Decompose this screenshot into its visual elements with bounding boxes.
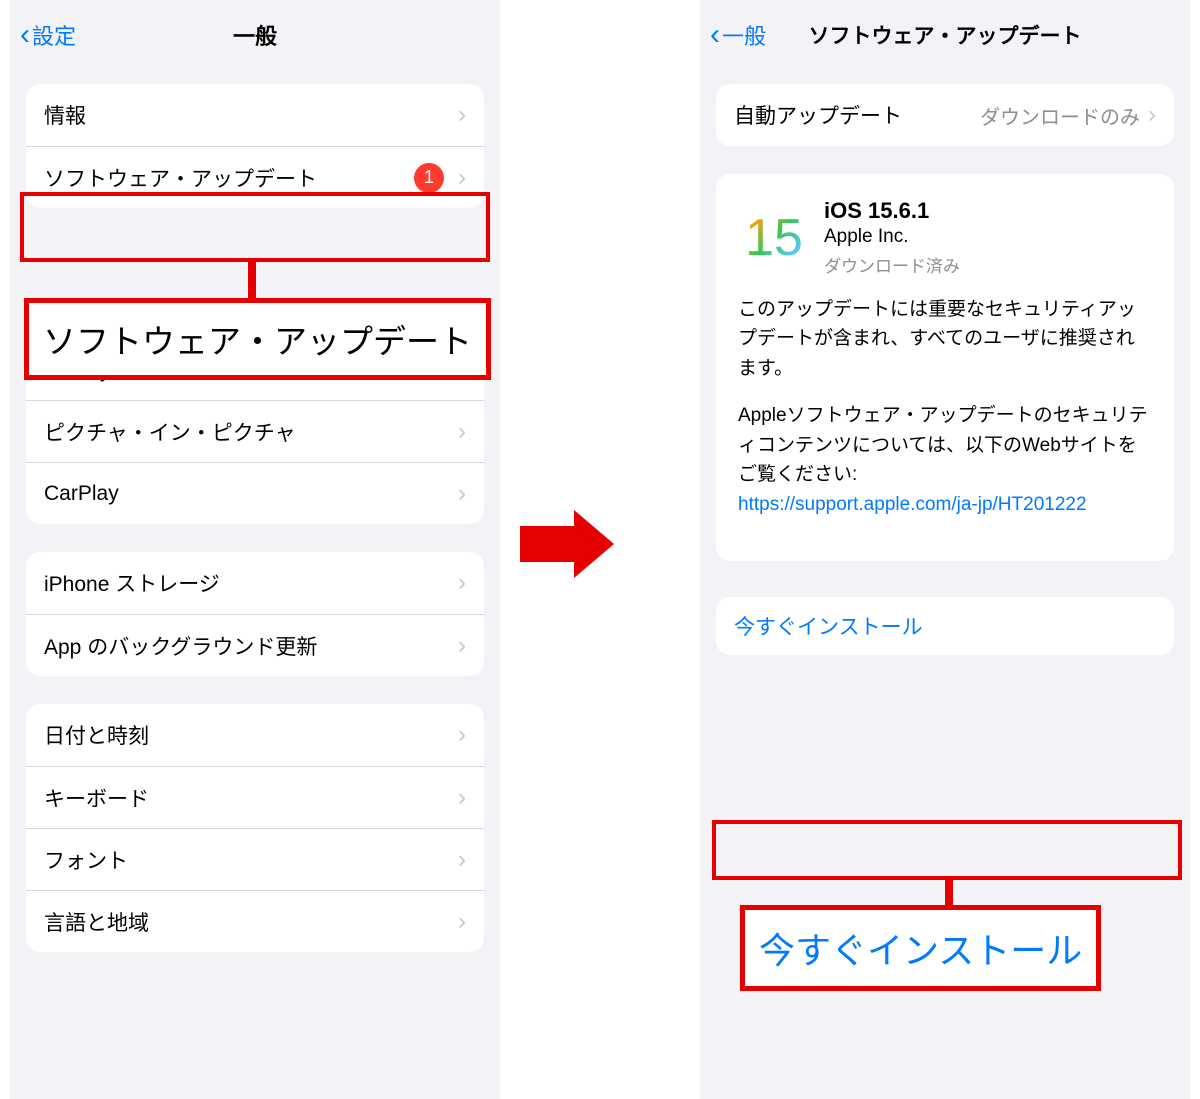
install-now-button[interactable]: 今すぐインストール [716,597,1174,655]
desc-paragraph: Appleソフトウェア・アップデートのセキュリティコンテンツについては、以下のW… [738,401,1152,519]
desc-paragraph: このアップデートには重要なセキュリティアップデートが含まれ、すべてのユーザに推奨… [738,295,1152,383]
chevron-right-icon: › [458,910,466,934]
row-label: 情報 [44,100,458,130]
page-title: ソフトウェア・アップデート [700,20,1190,50]
back-button[interactable]: ‹ 一般 [710,19,766,51]
update-badge: 1 [414,163,444,193]
row-label: フォント [44,845,458,875]
update-meta: iOS 15.6.1 Apple Inc. ダウンロード済み [824,198,960,277]
back-button[interactable]: ‹ 設定 [20,19,76,51]
chevron-right-icon: › [458,786,466,810]
group-auto-update: 自動アップデート ダウンロードのみ › [716,84,1174,146]
row-keyboard[interactable]: キーボード › [26,766,484,828]
update-header: 15 iOS 15.6.1 Apple Inc. ダウンロード済み [738,198,1152,277]
settings-general-screen: ‹ 設定 一般 情報 › ソフトウェア・アップデート 1 › AirPlay と… [10,0,500,1099]
software-update-screen: ‹ 一般 ソフトウェア・アップデート 自動アップデート ダウンロードのみ › 1… [700,0,1190,1099]
back-label: 設定 [32,19,76,51]
nav-bar: ‹ 一般 ソフトウェア・アップデート [700,0,1190,70]
row-label: AirPlay と Handoff [44,354,458,384]
chevron-right-icon: › [1148,103,1156,127]
row-background-refresh[interactable]: App のバックグラウンド更新 › [26,614,484,676]
row-pip[interactable]: ピクチャ・イン・ピクチャ › [26,400,484,462]
row-fonts[interactable]: フォント › [26,828,484,890]
update-description: このアップデートには重要なセキュリティアップデートが含まれ、すべてのユーザに推奨… [738,295,1152,519]
update-version: iOS 15.6.1 [824,198,960,224]
update-status: ダウンロード済み [824,252,960,277]
row-carplay[interactable]: CarPlay › [26,462,484,524]
row-label: App のバックグラウンド更新 [44,631,458,661]
desc-text: Appleソフトウェア・アップデートのセキュリティコンテンツについては、以下のW… [738,405,1148,485]
row-detail: ダウンロードのみ [980,101,1140,130]
chevron-left-icon: ‹ [710,20,720,50]
row-label: キーボード [44,783,458,813]
ios-version-icon: 15 [738,202,810,274]
row-label: CarPlay [44,482,458,506]
chevron-right-icon: › [458,848,466,872]
chevron-right-icon: › [458,166,466,190]
row-software-update[interactable]: ソフトウェア・アップデート 1 › [26,146,484,208]
update-details-card: 15 iOS 15.6.1 Apple Inc. ダウンロード済み このアップデ… [716,174,1174,561]
row-date-time[interactable]: 日付と時刻 › [26,704,484,766]
update-company: Apple Inc. [824,226,960,248]
row-language-region[interactable]: 言語と地域 › [26,890,484,952]
chevron-right-icon: › [458,103,466,127]
row-label: 日付と時刻 [44,720,458,750]
row-label: 自動アップデート [734,100,980,130]
chevron-right-icon: › [458,571,466,595]
group-info-update: 情報 › ソフトウェア・アップデート 1 › [26,84,484,208]
chevron-left-icon: ‹ [20,20,30,50]
chevron-right-icon: › [458,482,466,506]
nav-bar: ‹ 設定 一般 [10,0,500,70]
chevron-right-icon: › [458,723,466,747]
row-about[interactable]: 情報 › [26,84,484,146]
row-label: ソフトウェア・アップデート [44,163,414,193]
row-airplay-handoff[interactable]: AirPlay と Handoff › [26,338,484,400]
group-airplay: AirPlay と Handoff › ピクチャ・イン・ピクチャ › CarPl… [26,338,484,524]
group-datetime: 日付と時刻 › キーボード › フォント › 言語と地域 › [26,704,484,952]
row-label: iPhone ストレージ [44,568,458,598]
chevron-right-icon: › [458,420,466,444]
page-title: 一般 [10,19,500,51]
row-iphone-storage[interactable]: iPhone ストレージ › [26,552,484,614]
row-label: ピクチャ・イン・ピクチャ [44,417,458,447]
back-label: 一般 [722,19,766,51]
chevron-right-icon: › [458,634,466,658]
row-auto-update[interactable]: 自動アップデート ダウンロードのみ › [716,84,1174,146]
chevron-right-icon: › [458,357,466,381]
group-storage: iPhone ストレージ › App のバックグラウンド更新 › [26,552,484,676]
security-link[interactable]: https://support.apple.com/ja-jp/HT201222 [738,494,1087,515]
row-label: 言語と地域 [44,907,458,937]
